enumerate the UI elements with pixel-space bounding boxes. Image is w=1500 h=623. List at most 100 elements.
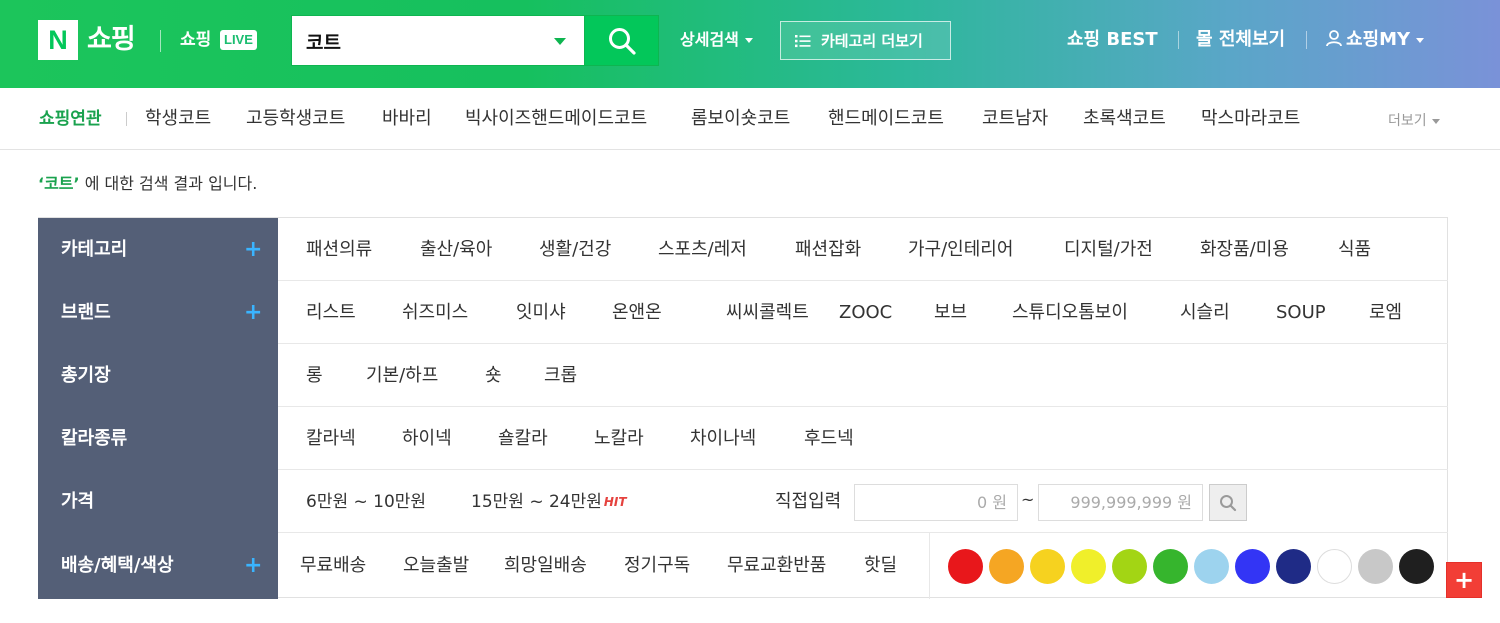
filter-option[interactable]: 무료배송 — [300, 555, 366, 577]
filter-option[interactable]: 스포츠/레저 — [658, 239, 747, 261]
filter-option[interactable]: 숄칼라 — [498, 428, 548, 450]
filter-option[interactable]: 가구/인테리어 — [908, 239, 1013, 261]
filter-option[interactable]: 생활/건강 — [539, 239, 611, 261]
related-keyword[interactable]: 학생코트 — [145, 108, 211, 130]
list-icon — [795, 34, 811, 47]
filter-row-category: 카테고리 + 패션의류 출산/육아 생활/건강 스포츠/레저 패션잡화 가구/인… — [38, 218, 1448, 281]
filter-option[interactable]: 디지털/가전 — [1064, 239, 1153, 261]
filter-option[interactable]: ZOOC — [839, 302, 892, 324]
filter-table: 카테고리 + 패션의류 출산/육아 생활/건강 스포츠/레저 패션잡화 가구/인… — [38, 217, 1448, 599]
filter-option[interactable]: 스튜디오톰보이 — [1012, 302, 1128, 324]
filter-option[interactable]: 로엠 — [1369, 302, 1402, 324]
filter-option[interactable]: 패션의류 — [306, 239, 372, 261]
filter-option[interactable]: 오늘출발 — [403, 555, 469, 577]
filter-option[interactable]: 숏 — [485, 365, 502, 387]
filter-option[interactable]: SOUP — [1276, 302, 1326, 324]
filter-option[interactable]: 핫딜 — [864, 555, 897, 577]
filter-row-collar: 칼라종류 칼라넥 하이넥 숄칼라 노칼라 차이나넥 후드넥 — [38, 407, 1448, 470]
related-keyword[interactable]: 바바리 — [382, 108, 432, 130]
color-swatch[interactable] — [1276, 549, 1311, 584]
mall-all-link[interactable]: 몰 전체보기 — [1196, 28, 1285, 52]
search-button[interactable] — [584, 15, 659, 66]
filter-option[interactable]: 보브 — [934, 302, 967, 324]
expand-plus-icon[interactable]: + — [244, 301, 262, 325]
filter-option[interactable]: 크롭 — [544, 365, 577, 387]
filter-option[interactable]: 씨씨콜렉트 — [726, 302, 809, 324]
price-range-label: 15만원 ~ 24만원 — [471, 492, 602, 512]
filter-option[interactable]: 온앤온 — [612, 302, 662, 324]
color-swatch[interactable] — [1112, 549, 1147, 584]
filter-option[interactable]: 차이나넥 — [690, 428, 756, 450]
detail-search-button[interactable]: 상세검색 — [680, 28, 753, 52]
color-swatch[interactable] — [1235, 549, 1270, 584]
filter-option[interactable]: 화장품/미용 — [1200, 239, 1289, 261]
filter-label: 총기장 — [61, 365, 111, 386]
related-more-label: 더보기 — [1388, 113, 1427, 129]
related-keyword[interactable]: 고등학생코트 — [246, 108, 345, 130]
filter-option[interactable]: 정기구독 — [624, 555, 690, 577]
header-divider — [1306, 31, 1307, 49]
search-dropdown-icon[interactable] — [554, 38, 566, 45]
shopping-logo-text[interactable]: 쇼핑 — [87, 20, 136, 60]
filter-option[interactable]: 칼라넥 — [306, 428, 356, 450]
related-keyword[interactable]: 막스마라코트 — [1201, 108, 1300, 130]
filter-option[interactable]: 패션잡화 — [795, 239, 861, 261]
filter-label: 가격 — [61, 491, 95, 512]
filter-label: 배송/혜택/색상 — [61, 555, 174, 576]
filter-option[interactable]: 노칼라 — [594, 428, 644, 450]
filter-row-length: 총기장 롱 기본/하프 숏 크롭 — [38, 344, 1448, 407]
filter-option[interactable]: 시슬리 — [1180, 302, 1230, 324]
shopping-my-button[interactable]: 쇼핑MY — [1325, 28, 1425, 52]
header-divider — [1178, 31, 1179, 49]
color-swatch[interactable] — [1153, 549, 1188, 584]
shopping-live-text[interactable]: 쇼핑 — [180, 28, 211, 52]
related-keyword[interactable]: 롬보이숏코트 — [691, 108, 790, 130]
filter-row-brand: 브랜드 + 리스트 쉬즈미스 잇미샤 온앤온 씨씨콜렉트 ZOOC 보브 스튜디… — [38, 281, 1448, 344]
color-swatch[interactable] — [1071, 549, 1106, 584]
color-swatch[interactable] — [989, 549, 1024, 584]
filter-label: 카테고리 — [61, 239, 128, 260]
chevron-down-icon — [1431, 118, 1440, 124]
price-range-option[interactable]: 15만원 ~ 24만원 HIT — [471, 491, 627, 513]
filter-option[interactable]: 기본/하프 — [366, 365, 438, 387]
related-keyword[interactable]: 초록색코트 — [1083, 108, 1166, 130]
filter-option[interactable]: 식품 — [1338, 239, 1371, 261]
related-keyword[interactable]: 코트남자 — [982, 108, 1048, 130]
filter-option[interactable]: 잇미샤 — [516, 302, 566, 324]
price-range-option[interactable]: 6만원 ~ 10만원 — [306, 491, 426, 513]
color-swatch[interactable] — [1399, 549, 1434, 584]
color-swatch[interactable] — [1030, 549, 1065, 584]
filter-option[interactable]: 하이넥 — [402, 428, 452, 450]
related-keyword[interactable]: 핸드메이드코트 — [828, 108, 944, 130]
add-button[interactable]: + — [1446, 562, 1482, 598]
filter-option[interactable]: 리스트 — [306, 302, 356, 324]
filter-row-delivery: 배송/혜택/색상 + 무료배송 오늘출발 희망일배송 정기구독 무료교환반품 핫… — [38, 533, 1448, 599]
price-min-input[interactable]: 0 원 — [854, 484, 1018, 521]
category-more-button[interactable]: 카테고리 더보기 — [780, 21, 951, 60]
color-swatch[interactable] — [1194, 549, 1229, 584]
filter-option[interactable]: 희망일배송 — [504, 555, 587, 577]
result-suffix: 에 대한 검색 결과 입니다. — [79, 174, 258, 193]
related-more-button[interactable]: 더보기 — [1388, 112, 1440, 130]
related-keyword[interactable]: 빅사이즈핸드메이드코트 — [465, 108, 647, 130]
price-search-button[interactable] — [1209, 484, 1247, 521]
color-swatch[interactable] — [1317, 549, 1352, 584]
shopping-my-label: 쇼핑MY — [1346, 29, 1411, 50]
filter-option[interactable]: 무료교환반품 — [727, 555, 826, 577]
filter-option[interactable]: 후드넥 — [804, 428, 854, 450]
filter-option[interactable]: 쉬즈미스 — [402, 302, 468, 324]
search-icon — [1220, 494, 1237, 511]
search-input[interactable] — [306, 26, 546, 56]
naver-logo[interactable]: N — [38, 20, 78, 60]
filter-option[interactable]: 출산/육아 — [420, 239, 492, 261]
live-badge[interactable]: LIVE — [220, 30, 257, 50]
color-swatch[interactable] — [1358, 549, 1393, 584]
expand-plus-icon[interactable]: + — [244, 554, 262, 578]
hit-badge: HIT — [603, 495, 627, 509]
color-swatch[interactable] — [948, 549, 983, 584]
filter-option[interactable]: 롱 — [306, 365, 323, 387]
expand-plus-icon[interactable]: + — [244, 238, 262, 262]
shopping-best-link[interactable]: 쇼핑 BEST — [1067, 28, 1158, 52]
price-direct-label: 직접입력 — [775, 491, 842, 512]
price-max-input[interactable]: 999,999,999 원 — [1038, 484, 1203, 521]
